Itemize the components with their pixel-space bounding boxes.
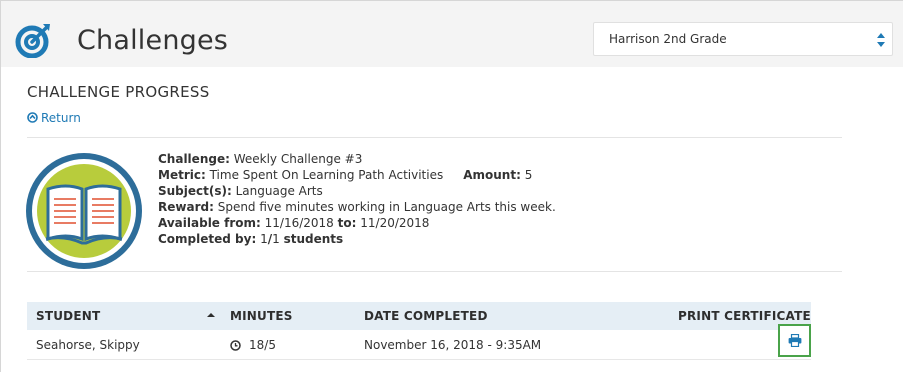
reward-value: Spend five minutes working in Language A… — [217, 200, 556, 214]
page-title: Challenges — [77, 25, 229, 56]
metric-label: Metric: — [158, 168, 206, 182]
available-from-value: 11/16/2018 — [264, 216, 334, 230]
challenge-row: Challenge: Weekly Challenge #3 — [158, 151, 556, 167]
available-from-label: Available from: — [158, 216, 261, 230]
subjects-row: Subject(s): Language Arts — [158, 183, 556, 199]
student-name: Seahorse, Skippy — [36, 338, 140, 352]
class-select-value: Harrison 2nd Grade — [609, 32, 727, 46]
reward-label: Reward: — [158, 200, 214, 214]
subjects-value: Language Arts — [235, 184, 323, 198]
amount-value: 5 — [524, 168, 533, 182]
challenge-details: Challenge: Weekly Challenge #3 Metric: T… — [158, 151, 556, 247]
minutes-value: 18/5 — [249, 338, 276, 352]
table-row: Seahorse, Skippy 18/5 November 16, 2018 … — [27, 324, 811, 360]
divider — [27, 271, 842, 272]
sort-up-icon[interactable] — [207, 312, 215, 318]
completed-total: 1 — [272, 232, 280, 246]
completed-row: Completed by: 1/1 students — [158, 231, 556, 247]
return-link[interactable]: Return — [27, 111, 81, 125]
challenge-label: Challenge: — [158, 152, 230, 166]
divider — [27, 137, 842, 138]
printer-icon — [788, 334, 802, 347]
subjects-label: Subject(s): — [158, 184, 232, 198]
target-icon — [15, 24, 50, 58]
print-certificate-button[interactable] — [778, 324, 811, 357]
column-header-minutes[interactable]: MINUTES — [230, 309, 293, 323]
completed-unit: students — [283, 232, 344, 246]
completed-label: Completed by: — [158, 232, 257, 246]
app-frame: Challenges Harrison 2nd Grade CHALLENGE … — [0, 0, 903, 372]
return-label: Return — [41, 111, 81, 125]
open-book-icon — [26, 153, 142, 269]
metric-row: Metric: Time Spent On Learning Path Acti… — [158, 167, 556, 183]
completed-count: 1 — [260, 232, 268, 246]
metric-value: Time Spent On Learning Path Activities — [209, 168, 444, 182]
available-to-value: 11/20/2018 — [360, 216, 430, 230]
section-title: CHALLENGE PROGRESS — [27, 83, 210, 101]
column-header-date-completed[interactable]: DATE COMPLETED — [364, 309, 488, 323]
circle-arrow-up-icon — [27, 112, 38, 123]
minutes-cell: 18/5 — [230, 338, 276, 352]
date-completed: November 16, 2018 - 9:35AM — [364, 338, 542, 352]
page-header: Challenges Harrison 2nd Grade — [1, 1, 903, 67]
available-to-label: to: — [337, 216, 357, 230]
column-header-print-certificate: PRINT CERTIFICATE — [678, 309, 811, 323]
student-progress-table: STUDENT MINUTES DATE COMPLETED PRINT CER… — [27, 302, 811, 360]
clock-icon — [230, 340, 241, 351]
class-select[interactable]: Harrison 2nd Grade — [593, 22, 893, 56]
available-row: Available from: 11/16/2018 to: 11/20/201… — [158, 215, 556, 231]
column-header-student[interactable]: STUDENT — [36, 309, 100, 323]
reward-row: Reward: Spend five minutes working in La… — [158, 199, 556, 215]
amount-label: Amount: — [463, 168, 521, 182]
table-header: STUDENT MINUTES DATE COMPLETED PRINT CER… — [27, 302, 811, 330]
challenge-value: Weekly Challenge #3 — [233, 152, 363, 166]
chevron-up-down-icon — [877, 33, 885, 47]
